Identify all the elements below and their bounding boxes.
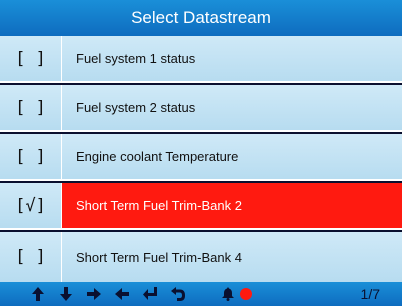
list-item-label: Fuel system 1 status: [76, 51, 196, 66]
checkbox[interactable]: [ ]: [0, 85, 62, 130]
left-arrow-icon[interactable]: [114, 286, 130, 302]
checkbox[interactable]: [ ]: [0, 36, 62, 81]
status-bar: 1/7: [0, 282, 402, 306]
page-indicator: 1/7: [360, 286, 380, 302]
down-arrow-icon[interactable]: [58, 286, 74, 302]
bell-icon[interactable]: [220, 286, 236, 302]
up-arrow-icon[interactable]: [30, 286, 46, 302]
back-icon[interactable]: [170, 286, 186, 302]
page-title: Select Datastream: [0, 0, 402, 36]
list-item-label: Short Term Fuel Trim-Bank 4: [76, 249, 242, 265]
list-item[interactable]: [ ] Fuel system 1 status: [0, 36, 402, 83]
list-item[interactable]: [ ] Engine coolant Temperature: [0, 134, 402, 181]
checkbox-checked[interactable]: [√]: [0, 183, 62, 228]
list-item[interactable]: [ ] Short Term Fuel Trim-Bank 4: [0, 232, 402, 282]
list-item[interactable]: [ ] Fuel system 2 status: [0, 85, 402, 132]
record-icon[interactable]: [238, 286, 254, 302]
datastream-screen: Select Datastream [ ] Fuel system 1 stat…: [0, 0, 402, 306]
enter-icon[interactable]: [142, 286, 158, 302]
right-arrow-icon[interactable]: [86, 286, 102, 302]
list-item-selected[interactable]: [√] Short Term Fuel Trim-Bank 2: [0, 183, 402, 230]
list-item-label: Short Term Fuel Trim-Bank 2: [76, 198, 242, 213]
list-item-label: Engine coolant Temperature: [76, 149, 239, 164]
list-item-label: Fuel system 2 status: [76, 100, 196, 115]
checkbox[interactable]: [ ]: [0, 232, 62, 282]
checkbox[interactable]: [ ]: [0, 134, 62, 179]
datastream-list: [ ] Fuel system 1 status [ ] Fuel system…: [0, 36, 402, 282]
